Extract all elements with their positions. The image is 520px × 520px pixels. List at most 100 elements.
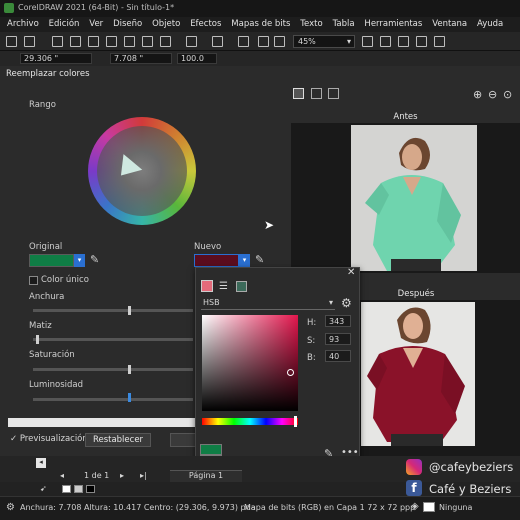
hue-strip-marker[interactable] (294, 416, 297, 427)
preview-checkbox[interactable]: ✓ Previsualización (10, 434, 88, 444)
white-swatch[interactable] (62, 485, 71, 493)
original-color-dropdown[interactable]: ▾ (74, 254, 85, 267)
menu-archivo[interactable]: Archivo (0, 17, 39, 29)
import-icon[interactable] (258, 36, 269, 47)
black-palette-swatch[interactable] (86, 485, 95, 493)
menu-texto[interactable]: Texto (293, 17, 322, 29)
page-tab[interactable]: Página 1 (170, 470, 242, 482)
new-eyedropper-icon[interactable]: ✎ (255, 253, 264, 266)
menu-diseno[interactable]: Diseño (106, 17, 142, 29)
h-input[interactable]: 343 (325, 315, 351, 327)
color-field-marker[interactable] (287, 369, 294, 376)
zoom-select[interactable]: 45% ▾ (293, 35, 355, 48)
width-slider[interactable] (33, 309, 193, 312)
single-color-checkbox[interactable] (29, 276, 38, 285)
zoom-in-icon[interactable]: ⊕ (473, 88, 482, 101)
s-label: S: (307, 336, 316, 346)
gray-swatch[interactable] (74, 485, 83, 493)
zoom-fit-icon[interactable]: ⊙ (503, 88, 512, 101)
color-palettes-icon[interactable] (236, 281, 247, 292)
save-icon[interactable] (52, 36, 63, 47)
object-dimensions: Anchura: 7.708 Altura: 10.417 Centro: (2… (20, 503, 256, 512)
after-label: Después (397, 289, 435, 299)
fill-value: Ninguna (439, 503, 473, 512)
full-screen-icon[interactable] (362, 36, 373, 47)
hue-strip[interactable] (202, 418, 298, 425)
luminosity-slider[interactable] (33, 398, 193, 401)
menu-ayuda[interactable]: Ayuda (470, 17, 503, 29)
instagram-icon (406, 459, 422, 475)
ok-button[interactable] (170, 433, 196, 447)
hue-slider[interactable] (33, 338, 193, 341)
undo-icon[interactable] (186, 36, 197, 47)
scale-field[interactable]: 100.0 (177, 53, 217, 64)
range-label: Rango (29, 100, 56, 110)
menu-efectos[interactable]: Efectos (183, 17, 221, 29)
luminosity-slider-thumb[interactable] (128, 393, 131, 402)
saturation-slider[interactable] (33, 368, 193, 371)
split-view-icon[interactable] (293, 88, 304, 99)
color-sliders-icon[interactable]: ☰ (219, 281, 228, 292)
single-color-label: Color único (41, 275, 89, 285)
page-prev-icon[interactable]: ◂ (60, 471, 64, 480)
status-bar: ⚙ Anchura: 7.708 Altura: 10.417 Centro: … (0, 496, 520, 520)
color-model-select[interactable]: HSB ▾ (201, 297, 335, 310)
menu-objeto[interactable]: Objeto (145, 17, 180, 29)
side-by-side-view-icon[interactable] (328, 88, 339, 99)
preview-label: Previsualización (19, 434, 88, 444)
checkmark-icon: ✓ (10, 434, 18, 444)
menu-bar: Archivo Edición Ver Diseño Objeto Efecto… (0, 17, 520, 32)
menu-tabla[interactable]: Tabla (326, 17, 355, 29)
snap-icon[interactable] (416, 36, 427, 47)
zoom-out-icon[interactable]: ⊖ (488, 88, 497, 101)
menu-ver[interactable]: Ver (82, 17, 103, 29)
single-view-icon[interactable] (311, 88, 322, 99)
saturation-slider-thumb[interactable] (128, 365, 131, 374)
settings-gear-icon[interactable]: ⚙ (341, 296, 352, 310)
original-color-swatch[interactable] (29, 254, 74, 267)
cut-icon[interactable] (124, 36, 135, 47)
chevron-down-icon: ▾ (346, 37, 351, 46)
new-color-dropdown[interactable]: ▾ (239, 254, 250, 267)
close-icon[interactable]: ✕ (347, 267, 355, 278)
hue-slider-thumb[interactable] (36, 335, 39, 344)
color-saturation-brightness-field[interactable] (202, 315, 298, 411)
rulers-icon[interactable] (380, 36, 391, 47)
fill-icon[interactable]: ◈ (411, 501, 419, 512)
after-photo-graphic (361, 302, 475, 446)
grid-icon[interactable] (398, 36, 409, 47)
print-icon[interactable] (106, 36, 117, 47)
cloud-download-icon[interactable] (88, 36, 99, 47)
cloud-upload-icon[interactable] (70, 36, 81, 47)
title-bar: CorelDRAW 2021 (64-Bit) - Sin título-1* (0, 0, 520, 17)
page-next-icon[interactable]: ▸ (120, 471, 124, 480)
color-wheel-inner[interactable] (97, 126, 187, 216)
new-document-icon[interactable] (6, 36, 17, 47)
pick-tool-icon[interactable]: ➹ (40, 484, 47, 493)
menu-mapas-de-bits[interactable]: Mapas de bits (224, 17, 290, 29)
new-color-swatch[interactable] (194, 254, 239, 267)
page-first-icon[interactable]: ◂ (36, 458, 46, 468)
settings-icon[interactable]: ⚙ (6, 502, 15, 513)
copy-icon[interactable] (142, 36, 153, 47)
redo-icon[interactable] (212, 36, 223, 47)
menu-ventana[interactable]: Ventana (425, 17, 467, 29)
color-viewer-icon[interactable] (201, 280, 213, 292)
saturation-label: Saturación (29, 350, 75, 360)
y-position-field[interactable]: 7.708 " (110, 53, 172, 64)
original-eyedropper-icon[interactable]: ✎ (90, 253, 99, 266)
menu-herramientas[interactable]: Herramientas (357, 17, 422, 29)
options-icon[interactable] (434, 36, 445, 47)
menu-edicion[interactable]: Edición (42, 17, 80, 29)
export-pdf-icon[interactable] (274, 36, 285, 47)
search-icon[interactable] (238, 36, 249, 47)
paste-icon[interactable] (160, 36, 171, 47)
before-photo-graphic (351, 125, 477, 271)
x-position-field[interactable]: 29.306 " (20, 53, 92, 64)
page-last-icon[interactable]: ▸| (140, 471, 147, 480)
open-icon[interactable] (24, 36, 35, 47)
reset-button[interactable]: Restablecer (85, 433, 151, 447)
width-slider-thumb[interactable] (128, 306, 131, 315)
s-input[interactable]: 93 (325, 333, 351, 345)
b-input[interactable]: 40 (325, 350, 351, 362)
